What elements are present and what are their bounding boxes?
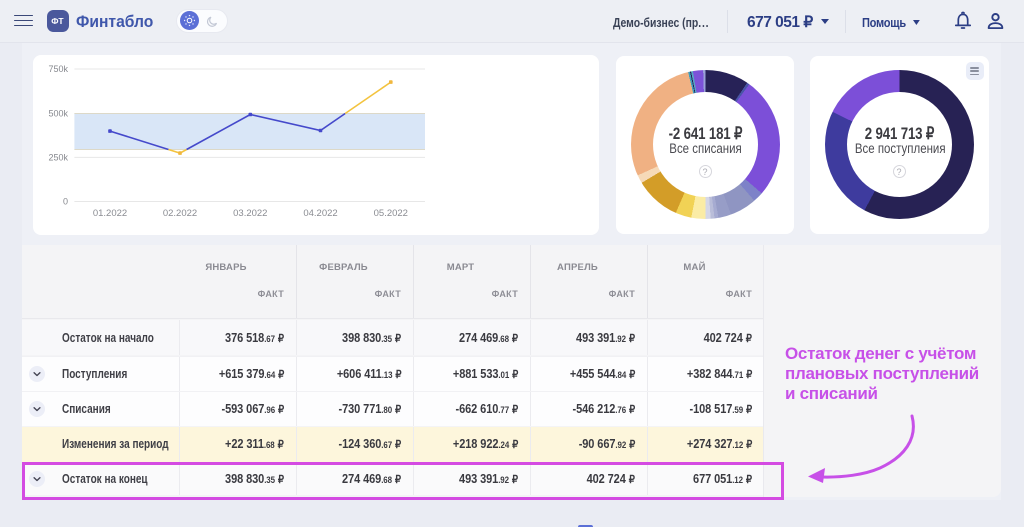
svg-text:02.2022: 02.2022: [163, 208, 197, 219]
svg-text:0: 0: [63, 197, 68, 207]
svg-text:01.2022: 01.2022: [93, 208, 127, 219]
svg-text:250k: 250k: [48, 152, 68, 162]
svg-text:500k: 500k: [48, 109, 68, 119]
svg-text:750k: 750k: [48, 64, 68, 74]
svg-text:03.2022: 03.2022: [233, 208, 267, 219]
svg-text:04.2022: 04.2022: [303, 208, 337, 219]
svg-text:05.2022: 05.2022: [374, 208, 408, 219]
